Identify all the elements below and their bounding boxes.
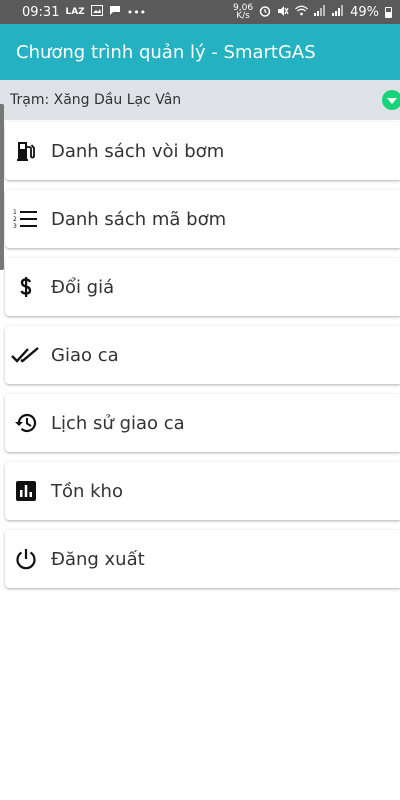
menu-label: Giao ca xyxy=(51,344,119,366)
menu-label: Lịch sử giao ca xyxy=(51,412,185,434)
station-selector[interactable]: Trạm: Xăng Dầu Lạc Vân xyxy=(0,80,400,120)
menu-label: Đổi giá xyxy=(51,276,115,298)
more-notifications-icon: ••• xyxy=(126,5,147,19)
wifi-icon xyxy=(295,5,309,19)
power-icon xyxy=(9,542,43,576)
menu-item-lich-su-giao-ca[interactable]: Lịch sử giao ca xyxy=(5,394,400,452)
network-speed: 9,06 K/s xyxy=(233,3,254,21)
status-time: 09:31 xyxy=(22,4,60,20)
history-icon xyxy=(9,406,43,440)
app-title: Chương trình quản lý - SmartGAS xyxy=(16,41,316,63)
battery-percent: 49% xyxy=(350,4,379,20)
fuel-pump-icon xyxy=(9,134,43,168)
svg-text:3: 3 xyxy=(13,223,17,230)
double-check-icon xyxy=(9,338,43,372)
menu-label: Danh sách vòi bơm xyxy=(51,140,225,162)
signal-icon-1 xyxy=(314,5,326,19)
svg-text:2: 2 xyxy=(13,216,17,223)
scroll-indicator xyxy=(0,104,4,270)
message-notification-icon xyxy=(109,5,121,19)
image-notification-icon xyxy=(90,5,103,19)
mute-icon xyxy=(277,5,289,20)
menu-item-danh-sach-ma-bom[interactable]: 1 2 3 Danh sách mã bơm xyxy=(5,190,400,248)
menu-item-giao-ca[interactable]: Giao ca xyxy=(5,326,400,384)
menu-item-doi-gia[interactable]: Đổi giá xyxy=(5,258,400,316)
status-bar: 09:31 LAZ ••• 9,06 K/s 49% xyxy=(0,0,400,24)
menu-item-ton-kho[interactable]: Tồn kho xyxy=(5,462,400,520)
app-bar: Chương trình quản lý - SmartGAS xyxy=(0,24,400,80)
station-label: Trạm: Xăng Dầu Lạc Vân xyxy=(10,92,182,108)
svg-text:1: 1 xyxy=(13,209,17,216)
bar-chart-icon xyxy=(9,474,43,508)
main-menu: Danh sách vòi bơm 1 2 3 Danh sách mã bơm… xyxy=(0,120,400,588)
numbered-list-icon: 1 2 3 xyxy=(9,202,43,236)
menu-label: Danh sách mã bơm xyxy=(51,208,227,230)
menu-label: Đăng xuất xyxy=(51,548,145,570)
menu-label: Tồn kho xyxy=(51,480,123,502)
alarm-icon xyxy=(259,5,271,20)
battery-icon xyxy=(385,6,392,18)
dollar-icon xyxy=(9,270,43,304)
station-dropdown-icon[interactable] xyxy=(382,90,400,110)
lazada-notification-icon: LAZ xyxy=(65,7,85,17)
menu-item-dang-xuat[interactable]: Đăng xuất xyxy=(5,530,400,588)
menu-item-danh-sach-voi-bom[interactable]: Danh sách vòi bơm xyxy=(5,122,400,180)
signal-icon-2 xyxy=(332,5,344,19)
